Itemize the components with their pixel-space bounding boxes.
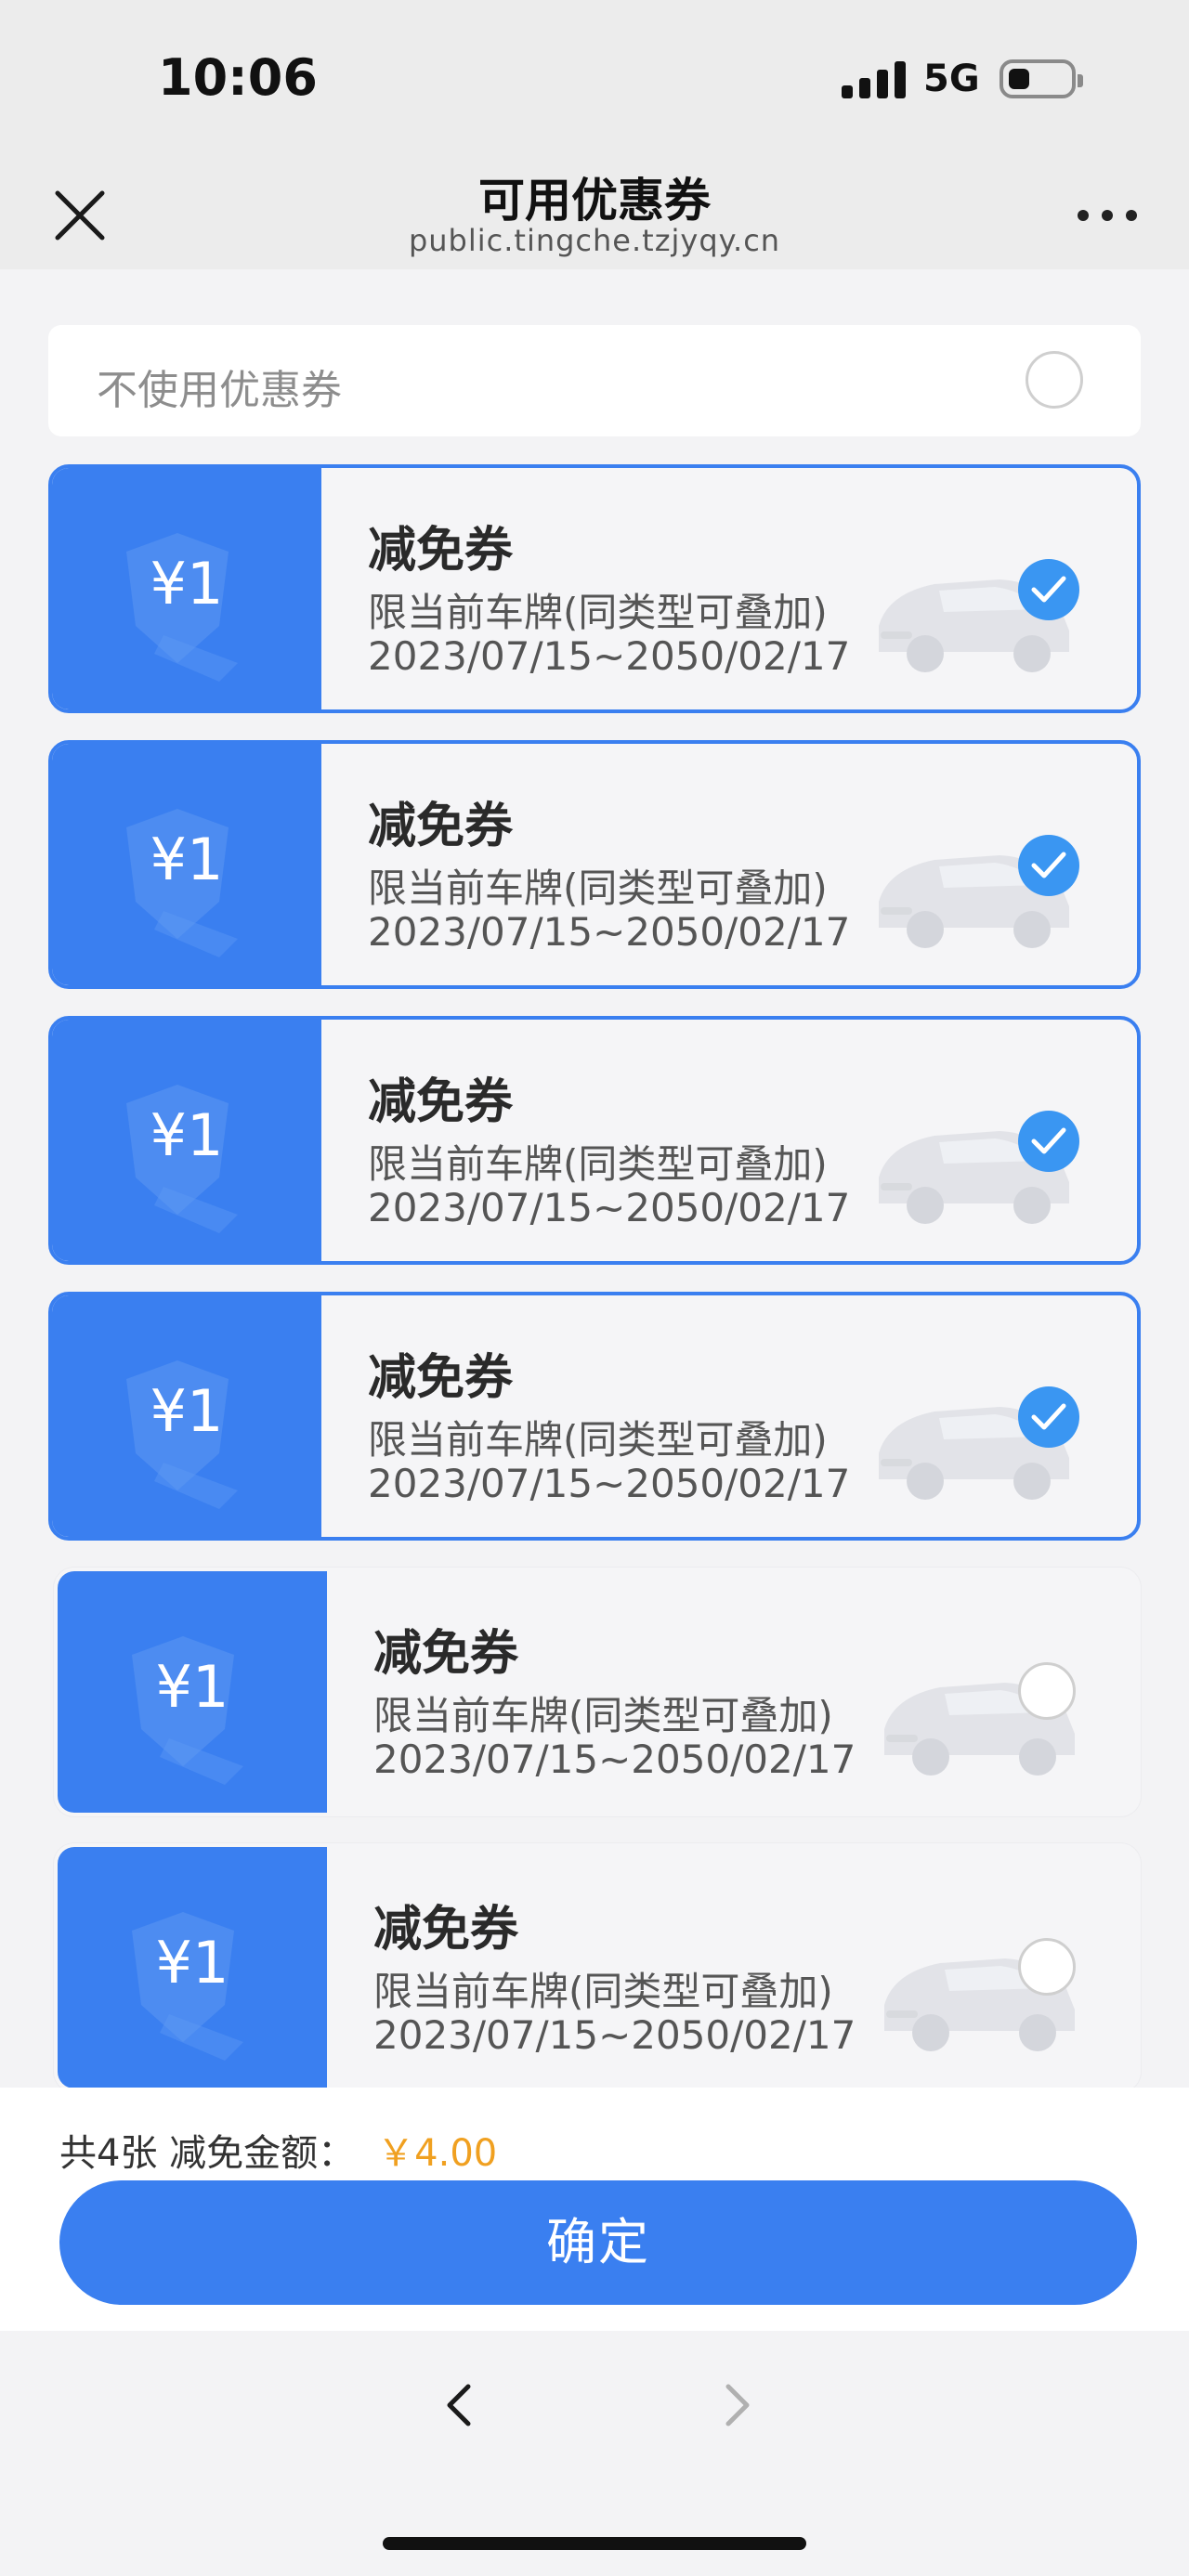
- coupon-card[interactable]: ¥1 减免券 限当前车牌(同类型可叠加) 2023/07/15~2050/02/…: [48, 464, 1141, 713]
- coupon-validity: 2023/07/15~2050/02/17: [373, 1737, 856, 1782]
- coupon-title: 减免券: [373, 1902, 519, 1958]
- chevron-left-icon: [447, 2384, 471, 2426]
- checkmark-icon[interactable]: [1018, 835, 1079, 896]
- nav-bar: 可用优惠券 public.tingche.tzjyqy.cn: [0, 158, 1189, 269]
- checkmark-icon[interactable]: [1018, 1386, 1079, 1448]
- coupon-amount: ¥1: [150, 826, 224, 893]
- coupon-description: 限当前车牌(同类型可叠加): [368, 865, 828, 911]
- coupon-amount-panel: ¥1: [52, 744, 321, 985]
- coupon-amount: ¥1: [155, 1653, 229, 1721]
- coupon-title: 减免券: [368, 523, 514, 579]
- coupon-validity: 2023/07/15~2050/02/17: [368, 1185, 851, 1230]
- coupon-amount: ¥1: [150, 1101, 224, 1169]
- coupon-card[interactable]: ¥1 减免券 限当前车牌(同类型可叠加) 2023/07/15~2050/02/…: [48, 1016, 1141, 1265]
- status-bar: 10:06 5G: [0, 0, 1189, 158]
- coupon-description: 限当前车牌(同类型可叠加): [373, 1969, 833, 2014]
- coupon-description: 限当前车牌(同类型可叠加): [368, 1141, 828, 1187]
- coupon-description: 限当前车牌(同类型可叠加): [368, 590, 828, 635]
- coupon-amount: ¥1: [150, 550, 224, 618]
- coupon-card[interactable]: ¥1 减免券 限当前车牌(同类型可叠加) 2023/07/15~2050/02/…: [48, 1292, 1141, 1541]
- summary-count: 共4张 减免金额：: [59, 2132, 356, 2175]
- coupon-title: 减免券: [368, 799, 514, 854]
- coupon-amount-panel: ¥1: [52, 468, 321, 709]
- coupon-card[interactable]: ¥1 减免券 限当前车牌(同类型可叠加) 2023/07/15~2050/02/…: [48, 740, 1141, 989]
- no-coupon-option[interactable]: 不使用优惠券: [48, 325, 1141, 436]
- more-button[interactable]: [1078, 197, 1139, 234]
- coupon-validity: 2023/07/15~2050/02/17: [373, 2012, 856, 2058]
- coupon-amount-panel: ¥1: [52, 1295, 321, 1537]
- chevron-right-icon: [725, 2384, 750, 2426]
- coupon-validity: 2023/07/15~2050/02/17: [368, 633, 851, 679]
- coupon-card[interactable]: ¥1 减免券 限当前车牌(同类型可叠加) 2023/07/15~2050/02/…: [54, 1568, 1141, 1816]
- coupon-description: 限当前车牌(同类型可叠加): [368, 1417, 828, 1463]
- more-icon: [1078, 210, 1089, 221]
- coupon-amount: ¥1: [150, 1377, 224, 1445]
- network-type: 5G: [923, 58, 980, 100]
- summary-amount: ￥4.00: [377, 2132, 498, 2175]
- coupon-title: 减免券: [373, 1626, 519, 1682]
- coupon-title: 减免券: [368, 1074, 514, 1130]
- coupon-amount-panel: ¥1: [58, 1571, 327, 1813]
- back-button[interactable]: [433, 2377, 489, 2433]
- no-coupon-label: 不使用优惠券: [97, 367, 342, 414]
- coupon-radio[interactable]: [1018, 1662, 1076, 1720]
- coupon-amount: ¥1: [155, 1929, 229, 1997]
- page-title: 可用优惠券: [478, 174, 711, 228]
- bottom-panel: 共4张 减免金额： ￥4.00 确定: [0, 2088, 1189, 2331]
- home-indicator: [383, 2537, 806, 2550]
- coupon-radio[interactable]: [1018, 1938, 1076, 1996]
- coupon-amount-panel: ¥1: [52, 1020, 321, 1261]
- summary-text: 共4张 减免金额： ￥4.00: [59, 2123, 497, 2177]
- coupon-amount-panel: ¥1: [58, 1847, 327, 2088]
- signal-icon: [842, 61, 907, 98]
- page-url: public.tingche.tzjyqy.cn: [408, 223, 781, 258]
- forward-button[interactable]: [708, 2377, 764, 2433]
- checkmark-icon[interactable]: [1018, 559, 1079, 620]
- coupon-validity: 2023/07/15~2050/02/17: [368, 909, 851, 955]
- coupon-title: 减免券: [368, 1350, 514, 1406]
- checkmark-icon[interactable]: [1018, 1111, 1079, 1172]
- coupon-validity: 2023/07/15~2050/02/17: [368, 1461, 851, 1506]
- coupon-card[interactable]: ¥1 减免券 限当前车牌(同类型可叠加) 2023/07/15~2050/02/…: [54, 1843, 1141, 2092]
- battery-icon: [1000, 59, 1083, 98]
- no-coupon-radio[interactable]: [1026, 351, 1083, 409]
- status-time: 10:06: [158, 48, 318, 107]
- confirm-button[interactable]: 确定: [59, 2180, 1137, 2305]
- coupon-description: 限当前车牌(同类型可叠加): [373, 1693, 833, 1738]
